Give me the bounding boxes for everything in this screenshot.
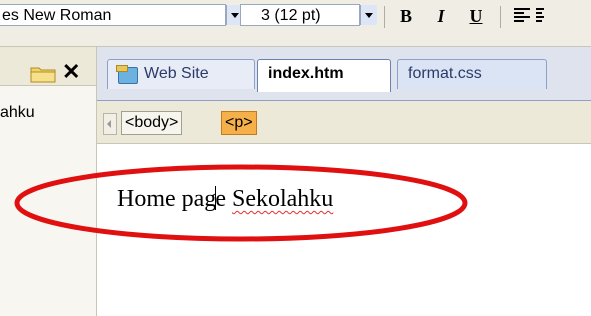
page-content-text[interactable]: Home page Sekolahku: [117, 186, 333, 213]
text-segment: Home pag: [117, 186, 217, 212]
font-size-dropdown-icon[interactable]: [360, 5, 377, 25]
font-name-select[interactable]: es New Roman: [0, 4, 226, 26]
font-size-select[interactable]: 3 (12 pt): [240, 4, 360, 26]
folder-list-item[interactable]: ahku: [0, 104, 35, 122]
body-tag-button[interactable]: <body>: [121, 111, 183, 135]
toolbar-separator: [384, 6, 385, 28]
toolbar-separator: [500, 6, 501, 28]
folder-icon: [30, 67, 56, 83]
underline-button[interactable]: U: [463, 5, 489, 27]
tab-format-css[interactable]: format.css: [397, 59, 547, 89]
formatting-toolbar: es New Roman 3 (12 pt) B I U: [0, 0, 591, 47]
p-tag-button[interactable]: <p>: [221, 111, 257, 135]
web-site-icon: [116, 65, 138, 84]
tab-web-site[interactable]: Web Site: [107, 59, 255, 89]
close-panel-icon[interactable]: ✕: [62, 61, 80, 83]
tab-label: Web Site: [144, 65, 209, 82]
misspelled-word[interactable]: Sekolahku: [232, 186, 333, 212]
text-segment: e: [215, 186, 226, 212]
align-left-icon[interactable]: [514, 8, 530, 22]
quick-tag-selector: <body> <p>: [97, 101, 591, 144]
design-view-editor[interactable]: Home page Sekolahku: [97, 144, 591, 316]
tab-label: format.css: [408, 65, 482, 82]
panel-header: ✕: [0, 47, 96, 86]
italic-button[interactable]: I: [428, 5, 454, 27]
align-center-icon[interactable]: [536, 8, 544, 22]
folder-list-panel: ✕ ahku: [0, 47, 97, 316]
tab-index-htm[interactable]: index.htm: [257, 59, 391, 92]
bold-button[interactable]: B: [393, 5, 419, 27]
document-tabs: Web Site index.htm format.css: [97, 47, 591, 101]
tab-label: index.htm: [268, 65, 344, 82]
scroll-left-icon[interactable]: [103, 113, 117, 135]
